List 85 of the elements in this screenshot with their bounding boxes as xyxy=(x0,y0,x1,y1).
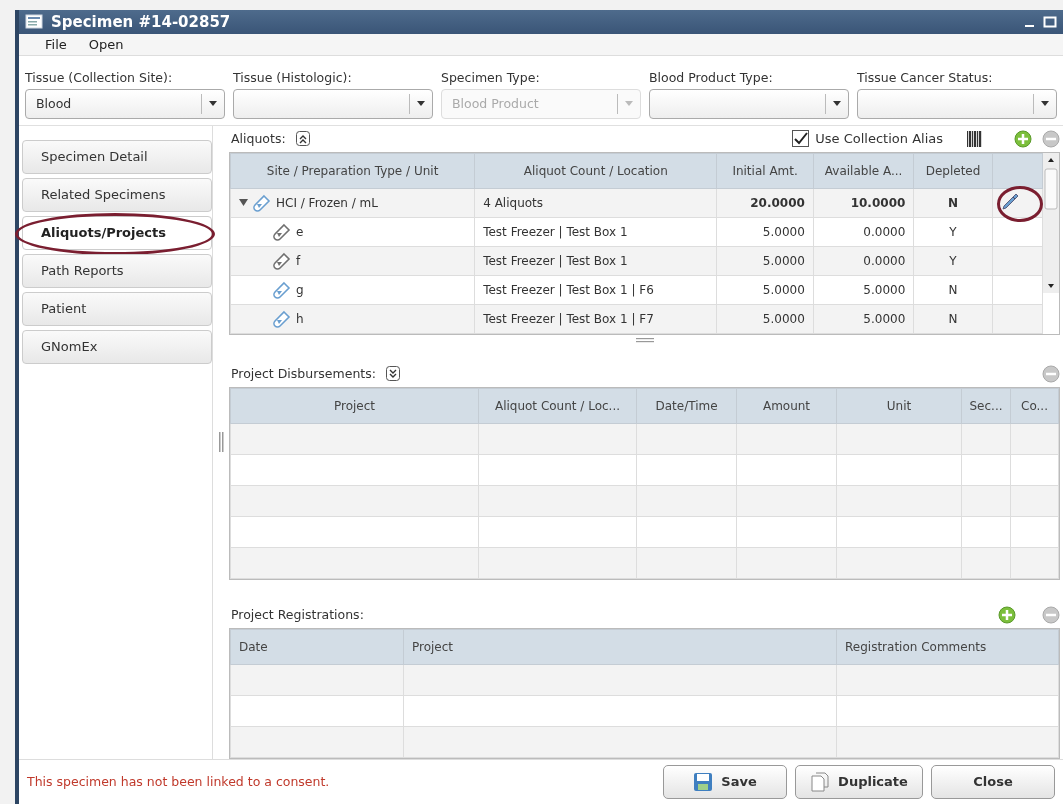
splitter-handle-icon[interactable] xyxy=(218,432,224,452)
table-cell: 0.0000 xyxy=(813,217,914,246)
window-icon xyxy=(25,14,43,30)
column-header[interactable]: Site / Preparation Type / Unit xyxy=(230,153,475,188)
table-cell: 5.0000 xyxy=(716,304,814,333)
column-header[interactable]: Date xyxy=(230,629,404,664)
column-header[interactable]: Available A... xyxy=(813,153,914,188)
menu-item[interactable]: Open xyxy=(88,36,124,52)
table-cell-text: g xyxy=(296,282,304,297)
table-cell-text: e xyxy=(296,224,304,239)
dropdown-field[interactable]: Blood xyxy=(25,88,225,119)
table-cell-text: h xyxy=(296,311,304,326)
remove-icon[interactable] xyxy=(1042,129,1060,148)
column-header[interactable]: Co... xyxy=(1010,388,1059,423)
column-header[interactable]: Date/Time xyxy=(636,388,737,423)
checkmark-icon xyxy=(793,132,808,145)
dropdown-field[interactable] xyxy=(857,88,1057,119)
table-cell: 20.0000 xyxy=(716,188,814,217)
table-cell: 5.0000 xyxy=(813,304,914,333)
table-cell: 5.0000 xyxy=(813,275,914,304)
column-header[interactable]: Registration Comments xyxy=(836,629,1059,664)
dropdown-field[interactable] xyxy=(233,88,433,119)
column-header[interactable]: Aliquot Count / Location xyxy=(474,153,717,188)
section-title: Project Registrations: xyxy=(231,607,364,622)
column-header[interactable]: Depleted xyxy=(913,153,993,188)
dropdown-field[interactable] xyxy=(649,88,849,119)
maximize-icon[interactable] xyxy=(1043,16,1057,28)
column-header[interactable]: Project xyxy=(230,388,479,423)
field-label: Blood Product Type: xyxy=(649,69,774,85)
sidebar-tab[interactable]: Path Reports xyxy=(22,253,212,288)
column-header[interactable]: Aliquot Count / Loc... xyxy=(478,388,637,423)
caret-icon xyxy=(1041,101,1049,106)
caret-icon xyxy=(209,101,217,106)
table-cell: Test Freezer | Test Box 1 | F6 xyxy=(474,275,717,304)
caret-icon xyxy=(625,101,633,106)
table-cell: Y xyxy=(913,217,993,246)
table-cell: 5.0000 xyxy=(716,246,814,275)
document-copy-icon xyxy=(810,771,831,792)
caret-icon xyxy=(833,101,841,106)
sidebar-tab[interactable]: Related Specimens xyxy=(22,177,212,212)
duplicate-button[interactable]: Duplicate xyxy=(795,764,923,799)
column-header[interactable]: Initial Amt. xyxy=(716,153,814,188)
table-cell: Test Freezer | Test Box 1 | F7 xyxy=(474,304,717,333)
table-cell: N xyxy=(913,275,993,304)
table-cell: 0.0000 xyxy=(813,246,914,275)
remove-icon[interactable] xyxy=(1042,605,1060,624)
section-title: Aliquots: xyxy=(231,131,286,146)
section-title: Project Disbursements: xyxy=(231,366,376,381)
table-cell: N xyxy=(913,188,993,217)
remove-icon[interactable] xyxy=(1042,364,1060,383)
checkbox[interactable]: Use Collection Alias xyxy=(792,130,943,147)
column-header[interactable]: Amount xyxy=(736,388,837,423)
table-cell: N xyxy=(913,304,993,333)
table-cell-text: f xyxy=(296,253,301,268)
sidebar-tab[interactable]: Specimen Detail xyxy=(22,139,212,174)
warning-message: This specimen has not been linked to a consent. xyxy=(27,774,331,790)
field-label: Tissue Cancer Status: xyxy=(857,69,994,85)
table-cell: 5.0000 xyxy=(716,275,814,304)
column-header[interactable]: Sec... xyxy=(961,388,1011,423)
column-header[interactable]: Project xyxy=(403,629,837,664)
collapse-icon[interactable] xyxy=(295,131,310,146)
sidebar-tab[interactable]: GNomEx xyxy=(22,329,212,364)
table-cell: 10.0000 xyxy=(813,188,914,217)
field-label: Tissue (Collection Site): xyxy=(25,69,174,85)
field-label: Specimen Type: xyxy=(441,69,541,85)
barcode-icon[interactable] xyxy=(967,130,982,147)
plain-button[interactable]: Close xyxy=(931,764,1055,799)
expand-triangle-icon[interactable] xyxy=(239,198,248,207)
table-cell: 4 Aliquots xyxy=(474,188,717,217)
add-icon[interactable] xyxy=(1014,129,1032,148)
table-cell: Test Freezer | Test Box 1 xyxy=(474,217,717,246)
field-label: Tissue (Histologic): xyxy=(233,69,353,85)
menu-item[interactable]: File xyxy=(45,36,67,52)
window-title: Specimen #14-02857 xyxy=(51,13,232,31)
scrollbar-icon[interactable] xyxy=(1043,152,1059,293)
sidebar-tab[interactable]: Patient xyxy=(22,291,212,326)
save-button[interactable]: Save xyxy=(663,764,787,799)
table-cell: 5.0000 xyxy=(716,217,814,246)
table-cell: Test Freezer | Test Box 1 xyxy=(474,246,717,275)
column-header[interactable]: Unit xyxy=(836,388,962,423)
table-cell: Y xyxy=(913,246,993,275)
table-cell-text: HCI / Frozen / mL xyxy=(276,195,378,210)
add-icon[interactable] xyxy=(998,605,1016,624)
expand-icon[interactable] xyxy=(385,366,400,381)
caret-icon xyxy=(417,101,425,106)
